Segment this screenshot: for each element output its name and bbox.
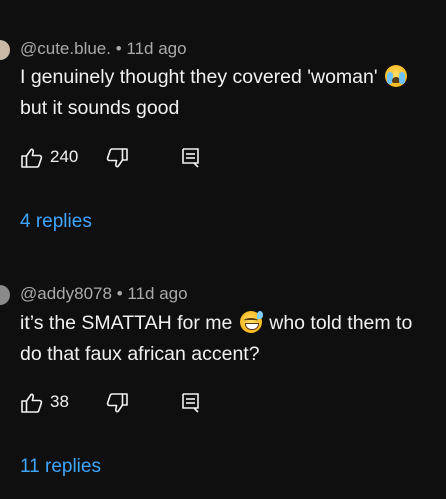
- grinning-face-with-sweat-icon: [239, 311, 263, 333]
- reply-icon[interactable]: [180, 391, 202, 420]
- comment-text-line: who told them to: [269, 312, 413, 334]
- loudly-crying-face-icon: [385, 65, 408, 87]
- reply-icon[interactable]: [180, 146, 202, 175]
- meta-separator: •: [116, 284, 123, 303]
- comment-meta: @cute.blue. • 11d ago: [20, 39, 187, 59]
- comment-text: I genuinely thought they covered 'woman'…: [20, 62, 440, 124]
- comment-meta: @addy8078 • 11d ago: [20, 284, 188, 304]
- avatar[interactable]: [0, 40, 10, 60]
- comment-age[interactable]: 11d ago: [126, 39, 186, 58]
- comment-text-line: I genuinely thought they covered 'woman': [20, 66, 378, 88]
- like-icon[interactable]: [20, 391, 44, 420]
- like-count: 240: [50, 147, 79, 166]
- comment-text-line: it’s the SMATTAH for me: [20, 312, 233, 334]
- dislike-icon[interactable]: [105, 391, 129, 420]
- comment-text-line: do that faux african accent?: [20, 343, 260, 365]
- view-replies-button[interactable]: 4 replies: [20, 211, 92, 233]
- like-count: 38: [50, 392, 69, 411]
- comment-actions: 38: [20, 391, 220, 415]
- comment-age[interactable]: 11d ago: [127, 284, 187, 303]
- dislike-icon[interactable]: [105, 146, 129, 175]
- comment-actions: 240: [20, 146, 220, 170]
- like-icon[interactable]: [20, 146, 44, 175]
- author-handle[interactable]: @addy8078: [20, 284, 112, 303]
- meta-separator: •: [115, 39, 122, 58]
- view-replies-button[interactable]: 11 replies: [20, 456, 101, 478]
- avatar[interactable]: [0, 285, 10, 305]
- comment-text-line: but it sounds good: [20, 97, 180, 119]
- author-handle[interactable]: @cute.blue.: [20, 39, 111, 58]
- comment-text: it’s the SMATTAH for me who told them to…: [20, 308, 440, 370]
